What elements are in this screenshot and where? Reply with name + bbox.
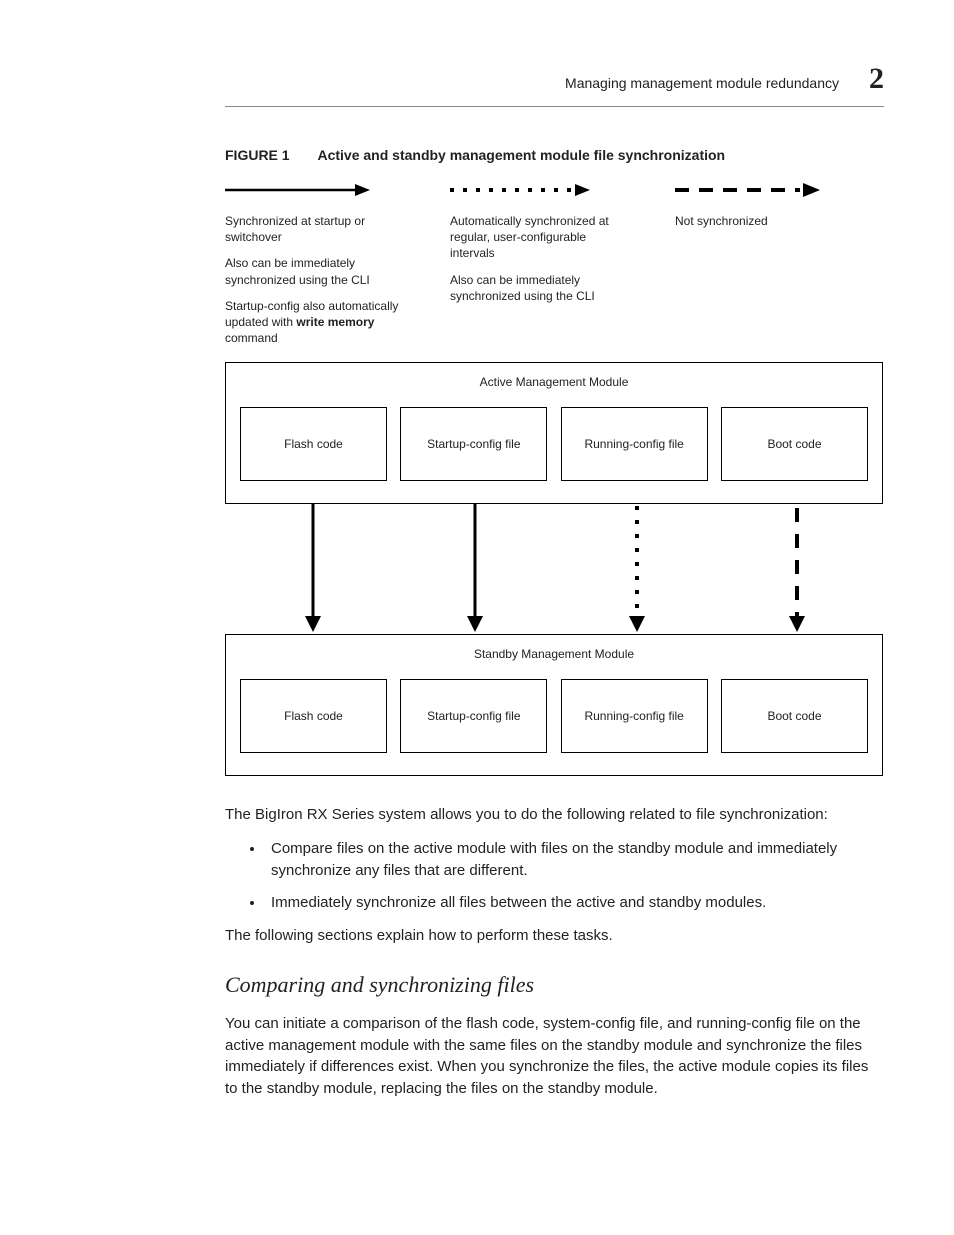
diagram-box-boot-code: Boot code (721, 679, 868, 753)
header-title: Managing management module redundancy (565, 75, 839, 91)
body-paragraph: You can initiate a comparison of the fla… (225, 1013, 884, 1100)
legend-text: Also can be immediately synchronized usi… (450, 272, 625, 304)
figure-caption: FIGURE 1 Active and standby management m… (225, 147, 884, 163)
section-subheading: Comparing and synchronizing files (225, 969, 884, 1001)
diagram-box-startup-config: Startup-config file (400, 407, 547, 481)
figure-caption-text: Active and standby management module fil… (317, 147, 725, 163)
figure-legend: Synchronized at startup or switchover Al… (225, 181, 884, 356)
legend-text: Also can be immediately synchronized usi… (225, 255, 400, 287)
diagram-box-flash-code: Flash code (240, 407, 387, 481)
legend-col-dotted: Automatically synchronized at regular, u… (450, 181, 625, 356)
solid-arrow-icon (225, 181, 370, 207)
intro-paragraph: The BigIron RX Series system allows you … (225, 804, 884, 826)
legend-col-dashed: Not synchronized (675, 181, 850, 356)
standby-module-title: Standby Management Module (240, 647, 868, 661)
active-module-box: Active Management Module Flash code Star… (225, 362, 883, 504)
list-item: Immediately synchronize all files betwee… (265, 892, 884, 914)
standby-module-box: Standby Management Module Flash code Sta… (225, 634, 883, 776)
legend-text: Startup-config also automatically update… (225, 298, 400, 347)
legend-text: Synchronized at startup or switchover (225, 213, 400, 245)
header-chapter-number: 2 (869, 62, 884, 96)
page-header: Managing management module redundancy 2 (225, 62, 884, 107)
diagram-box-running-config: Running-config file (561, 679, 708, 753)
list-item: Compare files on the active module with … (265, 838, 884, 882)
figure-label: FIGURE 1 (225, 147, 290, 163)
follow-paragraph: The following sections explain how to pe… (225, 925, 884, 947)
diagram-box-flash-code: Flash code (240, 679, 387, 753)
dashed-arrow-icon (675, 181, 820, 207)
bullet-list: Compare files on the active module with … (225, 838, 884, 913)
diagram-arrows (225, 504, 883, 634)
diagram-box-startup-config: Startup-config file (400, 679, 547, 753)
diagram-box-running-config: Running-config file (561, 407, 708, 481)
diagram-box-boot-code: Boot code (721, 407, 868, 481)
legend-col-solid: Synchronized at startup or switchover Al… (225, 181, 400, 356)
sync-diagram: Active Management Module Flash code Star… (225, 362, 884, 776)
active-module-title: Active Management Module (240, 375, 868, 389)
legend-text: Automatically synchronized at regular, u… (450, 213, 625, 262)
body-text: The BigIron RX Series system allows you … (225, 804, 884, 1100)
legend-text: Not synchronized (675, 213, 850, 229)
dotted-arrow-icon (450, 181, 595, 207)
